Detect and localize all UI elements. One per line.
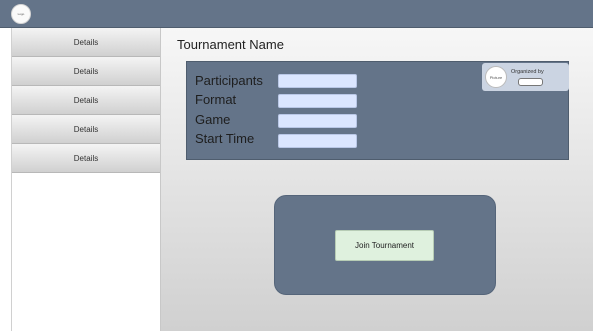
sidebar-item-label: Details [73, 95, 99, 105]
start-time-field[interactable] [278, 134, 357, 148]
join-tournament-button[interactable]: Join Tournament [335, 230, 434, 261]
logo[interactable]: Logo [11, 4, 31, 24]
sidebar-item-details[interactable]: Details [12, 115, 160, 144]
organizer-avatar-text: Picture [489, 74, 503, 80]
organized-by-label: Organized by [511, 69, 544, 75]
sidebar-item-details[interactable]: Details [12, 86, 160, 115]
participants-label: Participants [195, 73, 263, 88]
main-content: Tournament Name Participants Format Game… [161, 28, 593, 331]
top-bar: Logo [0, 0, 593, 28]
page-title: Tournament Name [177, 37, 284, 52]
sidebar-item-label: Details [73, 124, 99, 134]
sidebar-item-label: Details [73, 153, 99, 163]
format-label: Format [195, 92, 237, 107]
start-time-label: Start Time [195, 131, 255, 146]
format-field[interactable] [278, 94, 357, 108]
sidebar-item-details[interactable]: Details [12, 28, 160, 57]
sidebar: Details Details Details Details Details [11, 28, 161, 331]
organizer-avatar[interactable]: Picture [485, 66, 507, 88]
sidebar-item-label: Details [73, 66, 99, 76]
game-field[interactable] [278, 114, 357, 128]
organizer-card: Picture Organized by [482, 63, 569, 91]
sidebar-item-details[interactable]: Details [12, 57, 160, 86]
logo-text: Logo [17, 12, 25, 16]
tournament-info-panel: Participants Format Game Start Time Pict… [186, 61, 569, 160]
sidebar-item-label: Details [73, 37, 99, 47]
join-panel: Join Tournament [274, 195, 496, 295]
game-label: Game [195, 112, 231, 127]
sidebar-item-details[interactable]: Details [12, 144, 160, 173]
organizer-name-field[interactable] [518, 78, 543, 86]
participants-field[interactable] [278, 74, 357, 88]
